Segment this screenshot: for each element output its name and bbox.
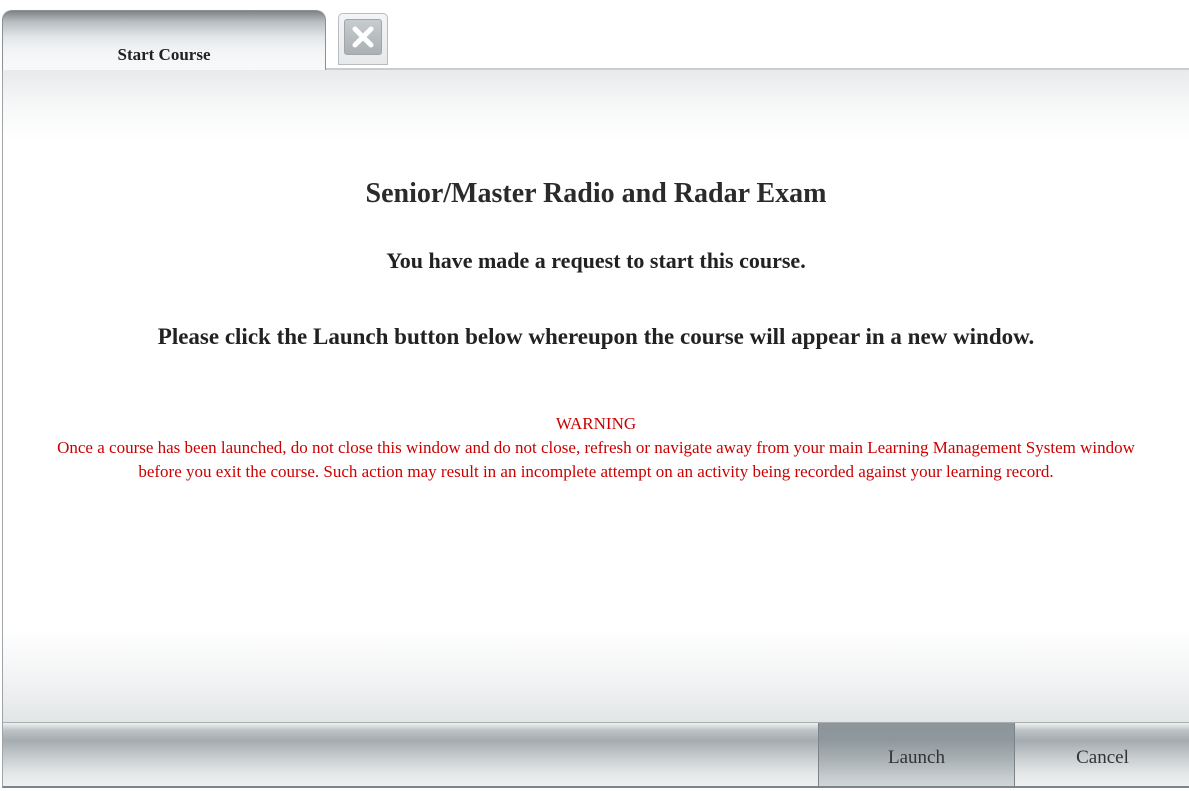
content-panel: Senior/Master Radio and Radar Exam You h… [2,70,1189,722]
start-course-dialog: Start Course Senior/Master Radio and Rad… [0,0,1189,791]
footer-button-bar: Launch Cancel [2,722,1189,788]
launch-button[interactable]: Launch [818,723,1015,786]
warning-text: Once a course has been launched, do not … [57,438,1135,481]
launch-instructions: Please click the Launch button below whe… [157,324,1035,349]
close-icon [344,19,382,55]
tab-label: Start Course [117,45,211,64]
tab-strip: Start Course [0,0,1189,70]
warning-title: WARNING [555,414,637,433]
close-tab-button[interactable] [338,13,388,65]
request-message: You have made a request to start this co… [386,248,806,273]
cancel-button[interactable]: Cancel [1015,723,1189,786]
tab-start-course[interactable]: Start Course [2,10,326,70]
warning-block: WARNING Once a course has been launched,… [3,412,1189,484]
course-title: Senior/Master Radio and Radar Exam [365,178,827,209]
